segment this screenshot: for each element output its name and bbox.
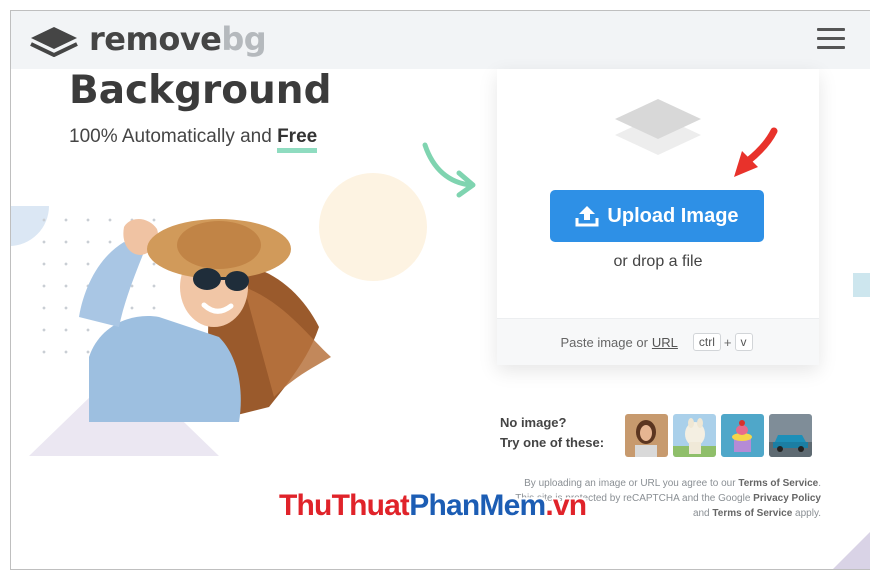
watermark-text: ThuThuatPhanMem.vn — [279, 489, 587, 523]
paste-url-link[interactable]: URL — [652, 335, 678, 350]
green-curved-arrow-icon — [419, 139, 481, 203]
sample-thumb-car[interactable] — [769, 414, 812, 457]
terms-line1-text: By uploading an image or URL you agree t… — [524, 478, 739, 489]
upload-button-label: Upload Image — [607, 204, 739, 227]
upload-card[interactable]: Upload Image or drop a file Paste image … — [497, 69, 819, 365]
v-key-badge: v — [734, 333, 753, 351]
watermark-part1: ThuThuat — [279, 489, 410, 522]
upload-image-button[interactable]: Upload Image — [550, 190, 764, 242]
sample-thumbnails — [625, 414, 812, 457]
sample-images-label: No image? Try one of these: — [500, 413, 604, 453]
hero-title: Background — [69, 68, 332, 113]
terms-line3-text: and — [692, 508, 713, 519]
logo-wordmark[interactable]: removebg — [89, 20, 267, 58]
plus-sign: + — [723, 334, 732, 350]
side-square-decoration — [853, 273, 870, 297]
no-image-text: No image? — [500, 415, 567, 430]
sample-thumb-woman[interactable] — [625, 414, 668, 457]
subtitle-free: Free — [277, 126, 318, 153]
hero-woman-image — [69, 207, 339, 422]
stacked-layers-icon — [611, 97, 705, 167]
google-terms-link[interactable]: Terms of Service — [712, 508, 792, 519]
sample-thumb-cake[interactable] — [721, 414, 764, 457]
watermark-part2: PhanMem — [409, 489, 546, 522]
corner-triangle-decoration — [833, 531, 870, 569]
privacy-policy-link[interactable]: Privacy Policy — [753, 493, 821, 504]
logo-icon[interactable] — [29, 25, 79, 61]
try-these-text: Try one of these: — [500, 435, 605, 450]
hamburger-menu-icon[interactable] — [817, 28, 845, 52]
top-navbar: removebg — [11, 11, 870, 69]
red-pointer-arrow-icon — [730, 125, 782, 185]
upload-icon — [575, 206, 599, 227]
logo-text-accent: bg — [221, 20, 267, 58]
browser-viewport: removebg Background 100% Automatically a… — [10, 10, 870, 570]
subtitle-prefix: 100% Automatically and — [69, 126, 278, 147]
paste-bar: Paste image or URL ctrl + v — [497, 318, 819, 365]
ctrl-key-badge: ctrl — [692, 333, 721, 351]
terms-of-service-link[interactable]: Terms of Service — [738, 478, 818, 489]
drop-file-text: or drop a file — [613, 253, 703, 270]
sample-thumb-llama[interactable] — [673, 414, 716, 457]
terms-line1-suffix: . — [818, 478, 821, 489]
logo-text-main: remove — [89, 20, 222, 58]
terms-line3-suffix: apply. — [792, 508, 821, 519]
watermark-part3: .vn — [545, 489, 587, 522]
paste-prefix-text: Paste image or — [560, 334, 648, 350]
hero-subtitle: 100% Automatically and Free — [69, 126, 318, 153]
